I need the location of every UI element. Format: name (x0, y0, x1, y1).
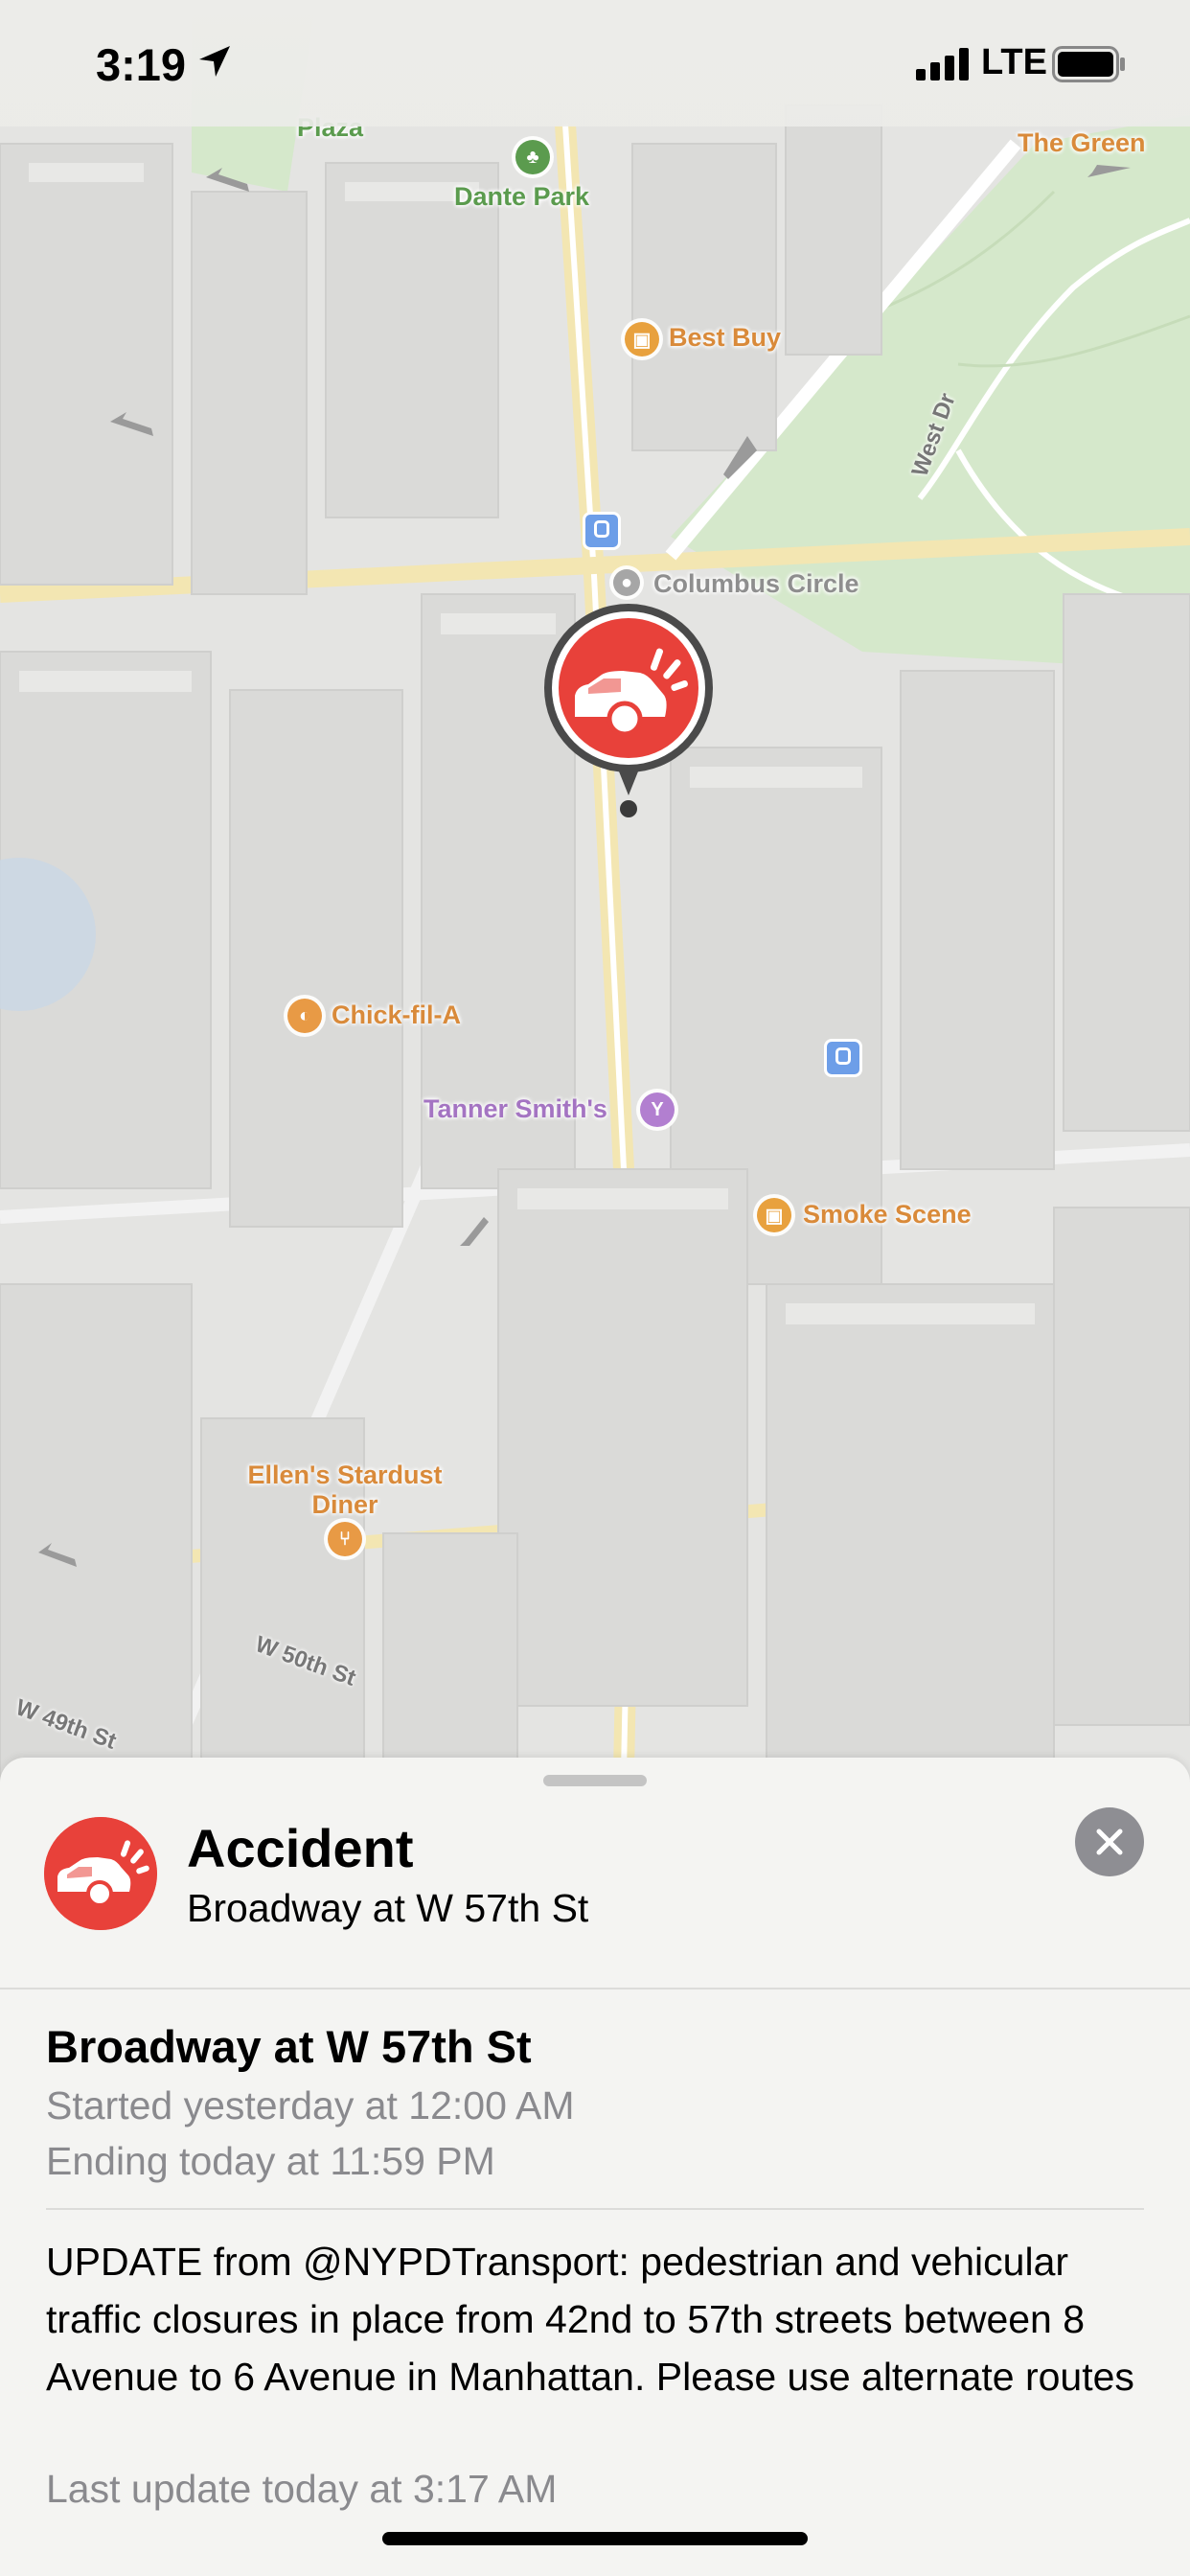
incident-description: UPDATE from @NYPDTransport: pedestrian a… (46, 2240, 1134, 2399)
bar-icon[interactable]: Y (640, 1092, 675, 1127)
poi-label-best-buy[interactable]: Best Buy (669, 323, 781, 353)
detail-started: Started yesterday at 12:00 AM (46, 2083, 575, 2128)
map-canvas[interactable] (0, 0, 1190, 1821)
subway-station-icon-2[interactable] (824, 1039, 862, 1077)
close-button[interactable] (1075, 1807, 1144, 1876)
poi-label-chick-fil-a[interactable]: Chick-fil-A (332, 1000, 461, 1030)
incident-sheet[interactable]: Accident Broadway at W 57th St Broadway … (0, 1758, 1190, 2576)
park-icon[interactable]: ♣ (515, 140, 550, 174)
restaurant-icon[interactable]: ⑂ (328, 1522, 362, 1556)
subway-station-icon[interactable] (583, 512, 621, 550)
landmark-icon[interactable]: ● (613, 569, 640, 596)
carrier-label: LTE (981, 42, 1047, 82)
incident-subtitle: Broadway at W 57th St (187, 1886, 589, 1930)
home-indicator[interactable] (382, 2532, 808, 2545)
signal-icon (916, 48, 969, 80)
food-icon[interactable]: ◐ (287, 999, 322, 1033)
divider (46, 2208, 1144, 2210)
clock: 3:19 (96, 39, 187, 90)
poi-label-columbus-circle[interactable]: Columbus Circle (653, 569, 859, 599)
close-icon (1096, 1828, 1123, 1855)
map-view[interactable]: Plaza ♣ Dante Park The Green ▣ Best Buy … (0, 0, 1190, 1821)
status-bar: 3:19 LTE (0, 0, 1190, 126)
detail-location: Broadway at W 57th St (46, 2021, 532, 2072)
poi-label-ellens-stardust-diner[interactable]: Ellen's Stardust Diner (241, 1460, 448, 1520)
battery-icon (1052, 46, 1125, 82)
location-arrow-icon (199, 46, 230, 77)
poi-label-tanner-smiths[interactable]: Tanner Smith's (423, 1094, 607, 1124)
accident-pin[interactable] (540, 604, 717, 824)
poi-label-the-green[interactable]: The Green (1018, 128, 1146, 158)
divider (0, 1988, 1190, 1990)
car-accident-icon (44, 1817, 157, 1930)
poi-label-smoke-scene[interactable]: Smoke Scene (803, 1200, 972, 1230)
last-update: Last update today at 3:17 AM (46, 2467, 558, 2511)
sheet-grabber[interactable] (543, 1775, 647, 1786)
detail-ending: Ending today at 11:59 PM (46, 2139, 495, 2183)
incident-title: Accident (187, 1818, 414, 1878)
shopping-bag-icon-2[interactable]: ▣ (757, 1198, 791, 1232)
shopping-bag-icon[interactable]: ▣ (625, 322, 659, 356)
poi-label-dante-park[interactable]: Dante Park (454, 182, 589, 212)
